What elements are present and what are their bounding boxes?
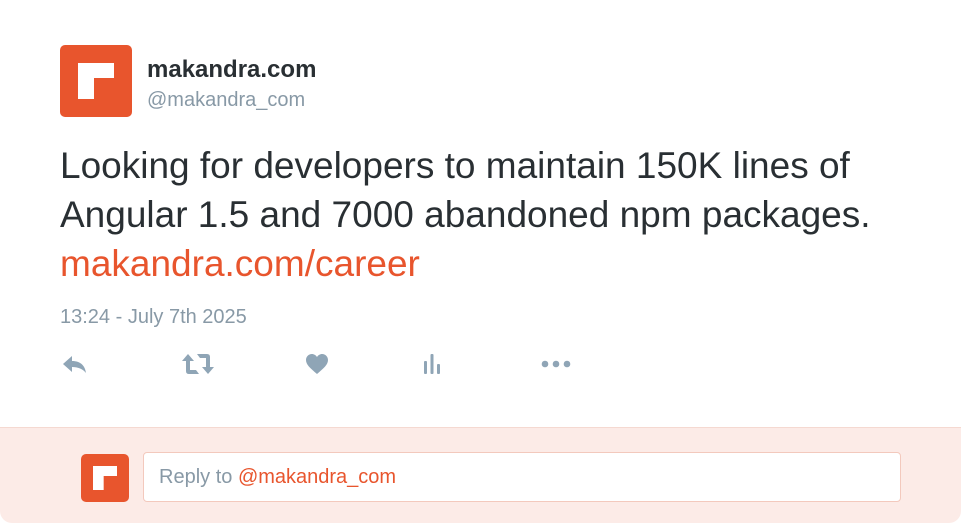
bar-chart-icon (424, 354, 440, 374)
reply-placeholder-mention: @makandra_com (237, 466, 397, 488)
display-name[interactable]: makandra.com (147, 55, 316, 85)
retweet-button[interactable] (181, 351, 215, 377)
reply-icon (63, 356, 86, 373)
analytics-button[interactable] (417, 351, 447, 377)
reply-button[interactable] (60, 351, 90, 377)
tweet-body: Looking for developers to maintain 150K … (60, 145, 871, 235)
tweet-link[interactable]: makandra.com/career (60, 243, 420, 284)
heart-icon (306, 354, 328, 374)
makandra-logo-icon (93, 466, 117, 490)
reply-placeholder-prefix: Reply to (159, 466, 238, 488)
reply-bar: Reply to @makandra_com (0, 427, 961, 523)
reply-input[interactable]: Reply to @makandra_com (143, 452, 901, 502)
more-icon (541, 360, 571, 368)
retweet-icon (182, 354, 214, 374)
avatar[interactable] (60, 45, 132, 117)
tweet-timestamp[interactable]: 13:24 - July 7th 2025 (60, 305, 247, 329)
tweet: makandra.com @makandra_com Looking for d… (0, 0, 961, 427)
reply-avatar (81, 454, 129, 502)
user-handle[interactable]: @makandra_com (147, 88, 305, 112)
tweet-text: Looking for developers to maintain 150K … (60, 141, 920, 288)
makandra-logo-icon (78, 63, 114, 99)
like-button[interactable] (302, 351, 332, 377)
more-button[interactable] (541, 351, 571, 377)
tweet-card: makandra.com @makandra_com Looking for d… (0, 0, 961, 523)
